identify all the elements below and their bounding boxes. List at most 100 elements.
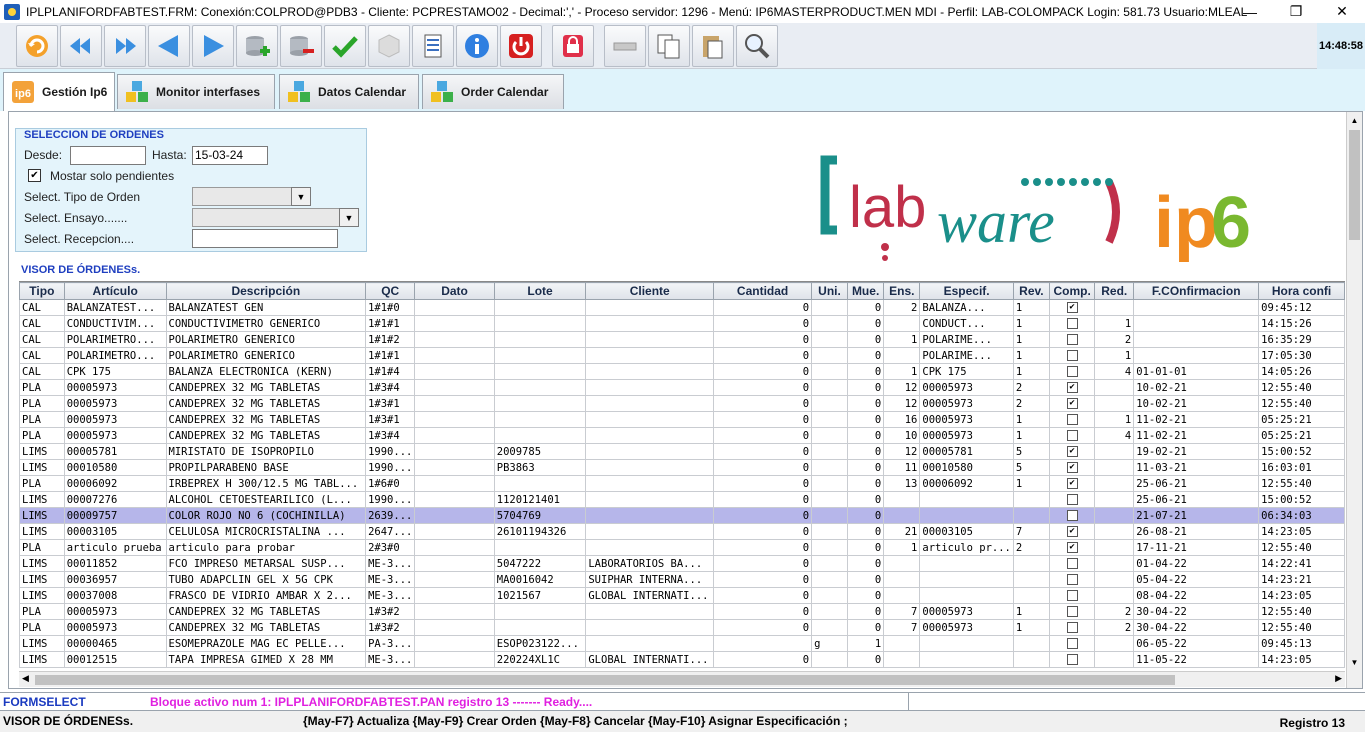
table-cell[interactable]: [1133, 315, 1260, 332]
table-cell[interactable]: 1: [1012, 619, 1050, 636]
table-cell[interactable]: [585, 395, 715, 412]
column-header[interactable]: QC: [365, 282, 416, 300]
comp-checkbox[interactable]: [1066, 366, 1078, 377]
table-cell[interactable]: ME-3...: [365, 587, 416, 604]
desde-input[interactable]: [70, 146, 146, 165]
paste-button[interactable]: [692, 24, 734, 67]
table-cell[interactable]: [585, 443, 715, 460]
table-cell[interactable]: 1: [1012, 347, 1050, 364]
table-cell[interactable]: CANDEPREX 32 MG TABLETAS: [165, 427, 367, 444]
table-cell[interactable]: PLA: [19, 379, 65, 396]
table-cell[interactable]: BALANZA...: [919, 299, 1014, 316]
table-cell[interactable]: 00005973: [919, 411, 1014, 428]
table-cell[interactable]: 0: [846, 443, 885, 460]
comp-checkbox[interactable]: [1066, 574, 1078, 585]
table-cell[interactable]: 0: [846, 331, 885, 348]
table-cell[interactable]: [493, 315, 587, 332]
table-cell[interactable]: 21-07-21: [1133, 507, 1260, 524]
table-cell[interactable]: 1: [883, 539, 921, 556]
table-cell[interactable]: CAL: [19, 331, 65, 348]
comp-checkbox-cell[interactable]: [1048, 555, 1096, 572]
table-cell[interactable]: 0: [713, 347, 813, 364]
column-header[interactable]: Red.: [1094, 282, 1135, 300]
table-cell[interactable]: [811, 507, 848, 524]
table-cell[interactable]: 2#3#0: [365, 539, 416, 556]
table-cell[interactable]: [493, 363, 587, 380]
table-cell[interactable]: CONDUCTIVIM...: [63, 315, 167, 332]
table-cell[interactable]: LIMS: [19, 651, 65, 668]
tab-gestion-ip6[interactable]: ip6 Gestión Ip6: [3, 72, 115, 111]
table-cell[interactable]: [1094, 443, 1135, 460]
table-cell[interactable]: [493, 395, 587, 412]
comp-checkbox-cell[interactable]: [1048, 651, 1096, 668]
table-cell[interactable]: 05:25:21: [1258, 427, 1345, 444]
info-button[interactable]: [456, 24, 498, 67]
table-cell[interactable]: 0: [713, 459, 813, 476]
table-cell[interactable]: [919, 491, 1014, 508]
table-cell[interactable]: 00005973: [63, 603, 167, 620]
table-cell[interactable]: [883, 315, 921, 332]
table-cell[interactable]: 1: [1012, 331, 1050, 348]
table-cell[interactable]: [883, 651, 921, 668]
comp-checkbox-cell[interactable]: ✔: [1048, 379, 1096, 396]
table-cell[interactable]: g: [811, 635, 848, 652]
table-cell[interactable]: 00000465: [63, 635, 167, 652]
table-cell[interactable]: [1012, 651, 1050, 668]
table-cell[interactable]: [919, 571, 1014, 588]
table-cell[interactable]: ESOP023122...: [493, 635, 587, 652]
table-cell[interactable]: [811, 315, 848, 332]
table-cell[interactable]: MA0016042: [493, 571, 587, 588]
table-cell[interactable]: 09:45:12: [1258, 299, 1345, 316]
table-cell[interactable]: [1094, 299, 1135, 316]
table-cell[interactable]: 14:23:21: [1258, 571, 1345, 588]
scroll-up-icon[interactable]: ▲: [1347, 112, 1362, 128]
insert-record-button[interactable]: [236, 24, 278, 67]
table-cell[interactable]: 00005973: [63, 379, 167, 396]
comp-checkbox-cell[interactable]: [1048, 507, 1096, 524]
table-cell[interactable]: [414, 379, 495, 396]
table-cell[interactable]: [811, 363, 848, 380]
horizontal-scrollbar[interactable]: ◀ ▶: [19, 671, 1345, 687]
tipo-orden-select[interactable]: [192, 187, 292, 206]
table-cell[interactable]: 0: [846, 587, 885, 604]
table-cell[interactable]: [919, 507, 1014, 524]
column-header[interactable]: Comp.: [1048, 282, 1096, 300]
table-cell[interactable]: [811, 331, 848, 348]
table-cell[interactable]: 14:23:05: [1258, 523, 1345, 540]
table-cell[interactable]: 0: [713, 587, 813, 604]
table-cell[interactable]: [1094, 635, 1135, 652]
table-cell[interactable]: 0: [846, 411, 885, 428]
table-cell[interactable]: [883, 555, 921, 572]
table-cell[interactable]: [493, 347, 587, 364]
table-cell[interactable]: [414, 491, 495, 508]
table-row[interactable]: LIMS 00003105 CELULOSA MICROCRISTALINA ...…: [19, 523, 1345, 540]
table-cell[interactable]: 00011852: [63, 555, 167, 572]
column-header[interactable]: Cantidad: [713, 282, 813, 300]
table-cell[interactable]: 15:00:52: [1258, 443, 1345, 460]
table-cell[interactable]: [585, 331, 715, 348]
table-cell[interactable]: [811, 571, 848, 588]
table-cell[interactable]: 1: [846, 635, 885, 652]
table-cell[interactable]: [1094, 523, 1135, 540]
table-cell[interactable]: [414, 411, 495, 428]
table-cell[interactable]: 0: [846, 363, 885, 380]
table-cell[interactable]: 0: [846, 299, 885, 316]
lock-button[interactable]: [552, 24, 594, 67]
table-cell[interactable]: [414, 315, 495, 332]
table-cell[interactable]: [1094, 507, 1135, 524]
recepcion-input[interactable]: [192, 229, 338, 248]
table-cell[interactable]: 05:25:21: [1258, 411, 1345, 428]
table-cell[interactable]: [414, 539, 495, 556]
box-button[interactable]: [368, 24, 410, 67]
table-cell[interactable]: 5: [1012, 443, 1050, 460]
table-cell[interactable]: 17:05:30: [1258, 347, 1345, 364]
table-row[interactable]: PLA articulo prueba articulo para probar 2#…: [19, 539, 1345, 556]
table-cell[interactable]: FRASCO DE VIDRIO AMBAR X 2...: [165, 587, 367, 604]
table-cell[interactable]: [585, 603, 715, 620]
table-cell[interactable]: 05-04-22: [1133, 571, 1260, 588]
table-row[interactable]: LIMS 00010580 PROPILPARABENO BASE 1990... PB…: [19, 459, 1345, 476]
tab-order-calendar[interactable]: Order Calendar: [422, 74, 564, 109]
table-cell[interactable]: [811, 603, 848, 620]
table-cell[interactable]: [493, 427, 587, 444]
table-cell[interactable]: 1#3#2: [365, 603, 416, 620]
